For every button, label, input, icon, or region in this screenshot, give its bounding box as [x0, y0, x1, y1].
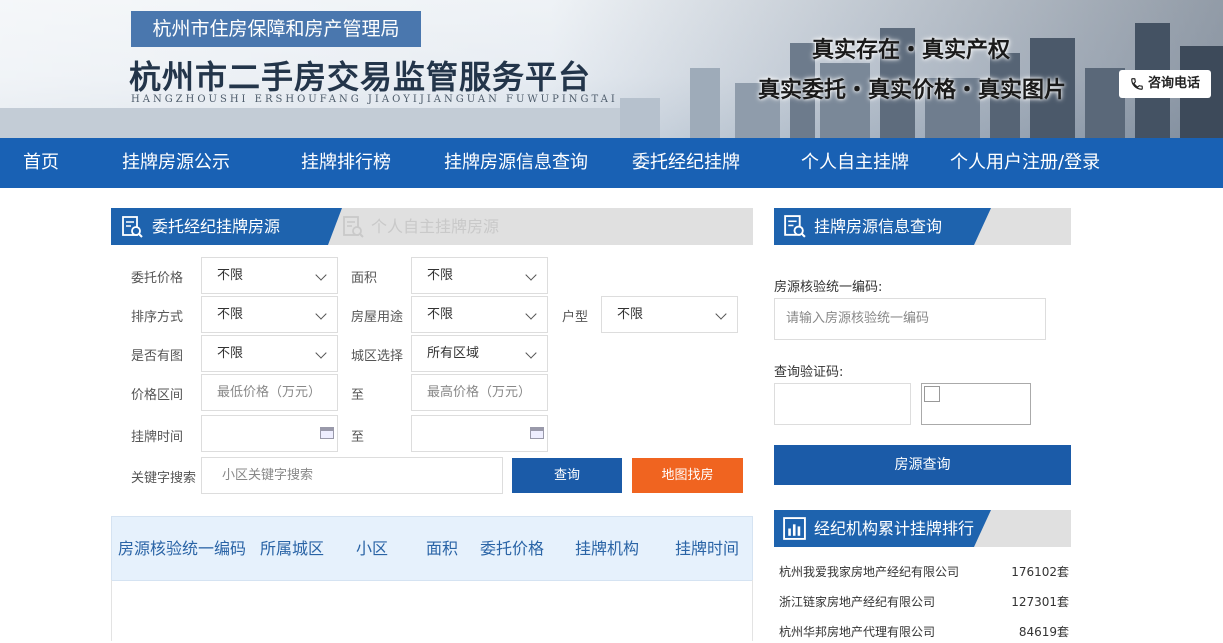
tab-agent-listings-label: 委托经纪挂牌房源 — [152, 217, 281, 236]
col-district: 所属城区 — [260, 539, 325, 558]
type-select[interactable]: 不限 — [601, 296, 738, 333]
chevron-down-icon — [315, 269, 327, 281]
col-agency: 挂牌机构 — [575, 539, 640, 558]
district-label: 城区选择 — [351, 349, 404, 364]
usage-label: 房屋用途 — [351, 310, 404, 325]
chevron-down-icon — [315, 347, 327, 359]
keyword-input[interactable]: 小区关键字搜索 — [201, 457, 503, 494]
nav-listing-public[interactable]: 挂牌房源公示 — [122, 138, 230, 188]
usage-select-value: 不限 — [427, 307, 454, 322]
chevron-down-icon — [525, 347, 537, 359]
chevron-down-icon — [715, 308, 727, 320]
time-to-label: 至 — [351, 430, 365, 445]
query-panel-title: 挂牌房源信息查询 — [814, 217, 943, 236]
photo-select[interactable]: 不限 — [201, 335, 338, 372]
search-document-icon — [784, 215, 806, 238]
chevron-down-icon — [525, 269, 537, 281]
price-range-label: 价格区间 — [131, 388, 184, 403]
nav-agent-listing[interactable]: 委托经纪挂牌 — [632, 138, 740, 188]
ranking-agency-name: 杭州华邦房地产代理有限公司 — [779, 625, 936, 639]
captcha-image[interactable] — [921, 383, 1031, 425]
ranking-count: 127301套 — [1011, 595, 1069, 609]
sort-select[interactable]: 不限 — [201, 296, 338, 333]
code-label: 房源核验统一编码: — [774, 280, 883, 295]
col-area: 面积 — [426, 539, 459, 558]
map-search-button[interactable]: 地图找房 — [632, 458, 743, 493]
chevron-down-icon — [315, 308, 327, 320]
col-code: 房源核验统一编码 — [118, 539, 247, 558]
range-to-label: 至 — [351, 388, 365, 403]
broken-image-icon — [924, 386, 940, 402]
ranking-row[interactable]: 浙江链家房地产经纪有限公司 127301套 — [779, 593, 1071, 613]
platform-title: 杭州市二手房交易监管服务平台 — [129, 58, 592, 96]
area-label: 面积 — [351, 271, 378, 286]
price-select-value: 不限 — [217, 268, 244, 283]
slogan-line-1: 真实存在・真实产权 — [812, 37, 1011, 63]
consult-phone-button[interactable]: 咨询电话 — [1119, 70, 1211, 98]
area-select[interactable]: 不限 — [411, 257, 548, 294]
nav-register-login[interactable]: 个人用户注册/登录 — [950, 138, 1100, 188]
header-banner: 杭州市住房保障和房产管理局 杭州市二手房交易监管服务平台 HANGZHOUSHI… — [0, 0, 1223, 138]
chevron-down-icon — [525, 308, 537, 320]
district-select-value: 所有区域 — [427, 346, 480, 361]
col-community: 小区 — [356, 539, 389, 558]
ranking-count: 176102套 — [1011, 565, 1069, 579]
ranking-agency-name: 浙江链家房地产经纪有限公司 — [779, 595, 936, 609]
listing-table-body — [111, 580, 753, 641]
phone-icon — [1131, 78, 1143, 90]
ranking-agency-name: 杭州我爱我家房地产经纪有限公司 — [779, 565, 960, 579]
calendar-icon[interactable] — [320, 427, 334, 439]
nav-listing-ranking[interactable]: 挂牌排行榜 — [301, 138, 391, 188]
usage-select[interactable]: 不限 — [411, 296, 548, 333]
price-select[interactable]: 不限 — [201, 257, 338, 294]
ranking-row[interactable]: 杭州华邦房地产代理有限公司 84619套 — [779, 623, 1071, 643]
sort-select-value: 不限 — [217, 307, 244, 322]
query-panel-header: 挂牌房源信息查询 — [774, 208, 1071, 245]
photo-select-value: 不限 — [217, 346, 244, 361]
tab-self-listings[interactable]: 个人自主挂牌房源 — [341, 208, 499, 245]
keyword-label: 关键字搜索 — [131, 471, 197, 486]
code-input[interactable]: 请输入房源核验统一编码 — [774, 298, 1046, 340]
main-nav: 首页 挂牌房源公示 挂牌排行榜 挂牌房源信息查询 委托经纪挂牌 个人自主挂牌 个… — [0, 138, 1223, 188]
calendar-icon[interactable] — [530, 427, 544, 439]
end-date-input[interactable] — [411, 415, 548, 452]
bar-chart-icon — [783, 517, 806, 540]
listing-query-button[interactable]: 房源查询 — [774, 445, 1071, 485]
ranking-panel-header: 经纪机构累计挂牌排行榜 — [774, 510, 1071, 575]
nav-self-listing[interactable]: 个人自主挂牌 — [801, 138, 909, 188]
search-button[interactable]: 查询 — [512, 458, 622, 493]
agency-name: 杭州市住房保障和房产管理局 — [131, 11, 421, 47]
ranking-row[interactable]: 杭州我爱我家房地产经纪有限公司 176102套 — [779, 563, 1071, 583]
platform-title-pinyin: HANGZHOUSHI ERSHOUFANG JIAOYIJIANGUAN FU… — [131, 94, 618, 105]
district-select[interactable]: 所有区域 — [411, 335, 548, 372]
sort-label: 排序方式 — [131, 310, 184, 325]
nav-listing-query[interactable]: 挂牌房源信息查询 — [444, 138, 588, 188]
slogan-line-2: 真实委托・真实价格・真实图片 — [758, 77, 1067, 103]
min-price-input[interactable]: 最低价格（万元） — [201, 374, 338, 411]
listing-tabs: 委托经纪挂牌房源 个人自主挂牌房源 — [111, 208, 753, 245]
search-document-icon — [343, 216, 364, 238]
area-select-value: 不限 — [427, 268, 454, 283]
tab-self-listings-label: 个人自主挂牌房源 — [371, 217, 500, 236]
max-price-input[interactable]: 最高价格（万元） — [411, 374, 548, 411]
ranking-count: 84619套 — [1018, 625, 1069, 639]
price-label: 委托价格 — [131, 271, 184, 286]
col-time: 挂牌时间 — [675, 539, 740, 558]
captcha-input[interactable] — [774, 383, 911, 425]
consult-phone-label: 咨询电话 — [1147, 76, 1200, 91]
search-document-icon — [122, 216, 143, 238]
tab-agent-listings[interactable]: 委托经纪挂牌房源 — [111, 208, 342, 245]
col-price: 委托价格 — [480, 539, 545, 558]
photo-label: 是否有图 — [131, 349, 184, 364]
nav-home[interactable]: 首页 — [23, 138, 59, 188]
captcha-label: 查询验证码: — [774, 365, 844, 380]
type-select-value: 不限 — [617, 307, 644, 322]
listing-table-header: 房源核验统一编码 所属城区 小区 面积 委托价格 挂牌机构 挂牌时间 — [111, 516, 753, 581]
listing-time-label: 挂牌时间 — [131, 430, 184, 445]
start-date-input[interactable] — [201, 415, 338, 452]
type-label: 户型 — [562, 310, 589, 325]
